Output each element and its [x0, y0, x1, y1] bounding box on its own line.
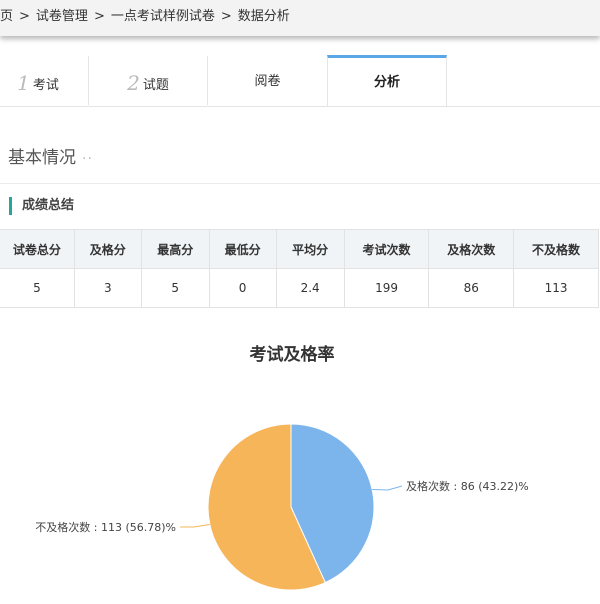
breadcrumb-separator: >: [93, 9, 105, 24]
header-exam-count: 考试次数: [343, 229, 430, 269]
tab-label: 分析: [373, 75, 400, 90]
cell-fail-count: 113: [513, 268, 599, 308]
cell-average-score: 2.4: [275, 268, 345, 308]
chart-title: 考试及格率: [249, 345, 335, 365]
section-title: 基本情况 ··: [8, 143, 93, 168]
section-title-dots: ··: [82, 151, 93, 167]
pie-label-pass: 及格次数 : 86 (43.22)%: [406, 479, 529, 493]
cell-pass-score: 3: [73, 268, 142, 308]
header-max-score: 最高分: [140, 229, 210, 269]
pie-connector-line: [372, 485, 403, 491]
cell-max-score: 5: [140, 268, 210, 308]
tab-label: 阅卷: [254, 74, 281, 89]
tab-exam[interactable]: 1 考试: [0, 56, 89, 105]
tab-questions[interactable]: 2 试题: [89, 56, 208, 105]
header-pass-score: 及格分: [73, 229, 142, 269]
cell-exam-count: 199: [343, 268, 430, 308]
breadcrumb-home[interactable]: 页: [0, 0, 13, 34]
table-row: 5 3 5 0 2.4 199 86 113: [0, 268, 599, 308]
header-average-score: 平均分: [275, 229, 345, 269]
breadcrumb: 页 > 试卷管理 > 一点考试样例试卷 > 数据分析: [0, 0, 600, 36]
score-summary-table: 试卷总分 及格分 最高分 最低分 平均分 考试次数 及格次数 不及格数 5 3 …: [0, 229, 599, 308]
table-header-row: 试卷总分 及格分 最高分 最低分 平均分 考试次数 及格次数 不及格数: [0, 229, 599, 269]
pie-connector-line: [180, 524, 210, 528]
breadcrumb-exam-management[interactable]: 试卷管理: [36, 0, 88, 34]
tab-number: 2: [127, 71, 140, 95]
pie-label-fail: 不及格次数 : 113 (56.78)%: [35, 520, 176, 534]
header-total-score: 试卷总分: [0, 229, 75, 269]
tab-label: 试题: [142, 78, 169, 93]
tab-label: 考试: [32, 78, 59, 93]
divider: [0, 183, 600, 184]
tab-number: 1: [17, 71, 30, 95]
header-min-score: 最低分: [208, 229, 277, 269]
header-fail-count: 不及格数: [513, 229, 599, 269]
pass-rate-pie-chart: 及格次数 : 86 (43.22)% 不及格次数 : 113 (56.78)%: [35, 423, 529, 591]
breadcrumb-data-analysis: 数据分析: [237, 9, 290, 24]
tab-bar: 1 考试 2 试题 阅卷 分析: [0, 55, 600, 107]
tab-analysis[interactable]: 分析: [327, 55, 447, 106]
score-summary-title: 成绩总结: [9, 197, 74, 215]
cell-min-score: 0: [208, 268, 277, 308]
breadcrumb-sample-exam[interactable]: 一点考试样例试卷: [111, 0, 215, 34]
cell-total-score: 5: [0, 268, 75, 308]
breadcrumb-separator: >: [220, 9, 232, 24]
section-title-text: 基本情况: [8, 148, 76, 168]
tab-grading[interactable]: 阅卷: [208, 56, 328, 105]
breadcrumb-separator: >: [19, 9, 30, 24]
cell-pass-count: 86: [428, 268, 515, 308]
header-pass-count: 及格次数: [428, 229, 515, 269]
